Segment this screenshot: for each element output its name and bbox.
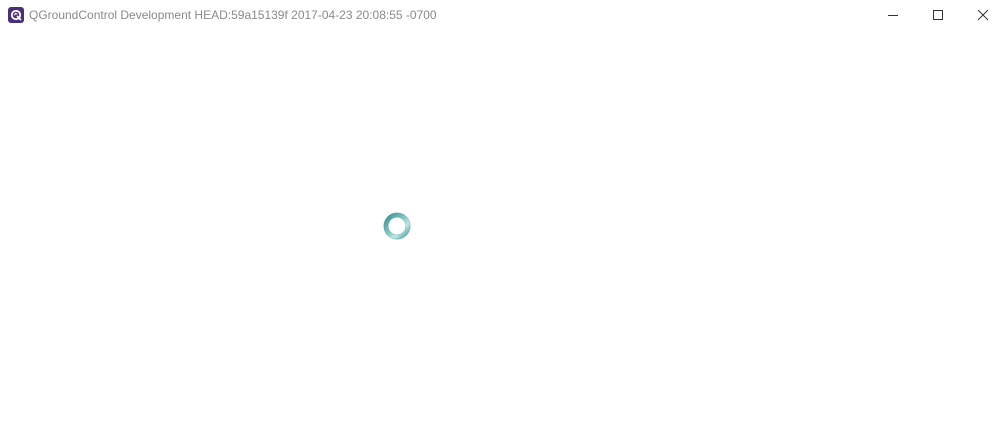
window-title: QGroundControl Development HEAD:59a15139…	[29, 8, 437, 22]
title-bar[interactable]: QGroundControl Development HEAD:59a15139…	[0, 0, 1006, 30]
minimize-icon	[888, 15, 898, 16]
qgroundcontrol-app-icon[interactable]	[8, 7, 24, 23]
maximize-icon	[933, 10, 943, 20]
close-icon	[977, 9, 989, 21]
minimize-button[interactable]	[870, 0, 916, 30]
loading-spinner-icon	[383, 212, 411, 240]
maximize-button[interactable]	[915, 0, 961, 30]
close-button[interactable]	[960, 0, 1006, 30]
application-window: QGroundControl Development HEAD:59a15139…	[0, 0, 1006, 430]
main-content-area	[0, 30, 1006, 430]
